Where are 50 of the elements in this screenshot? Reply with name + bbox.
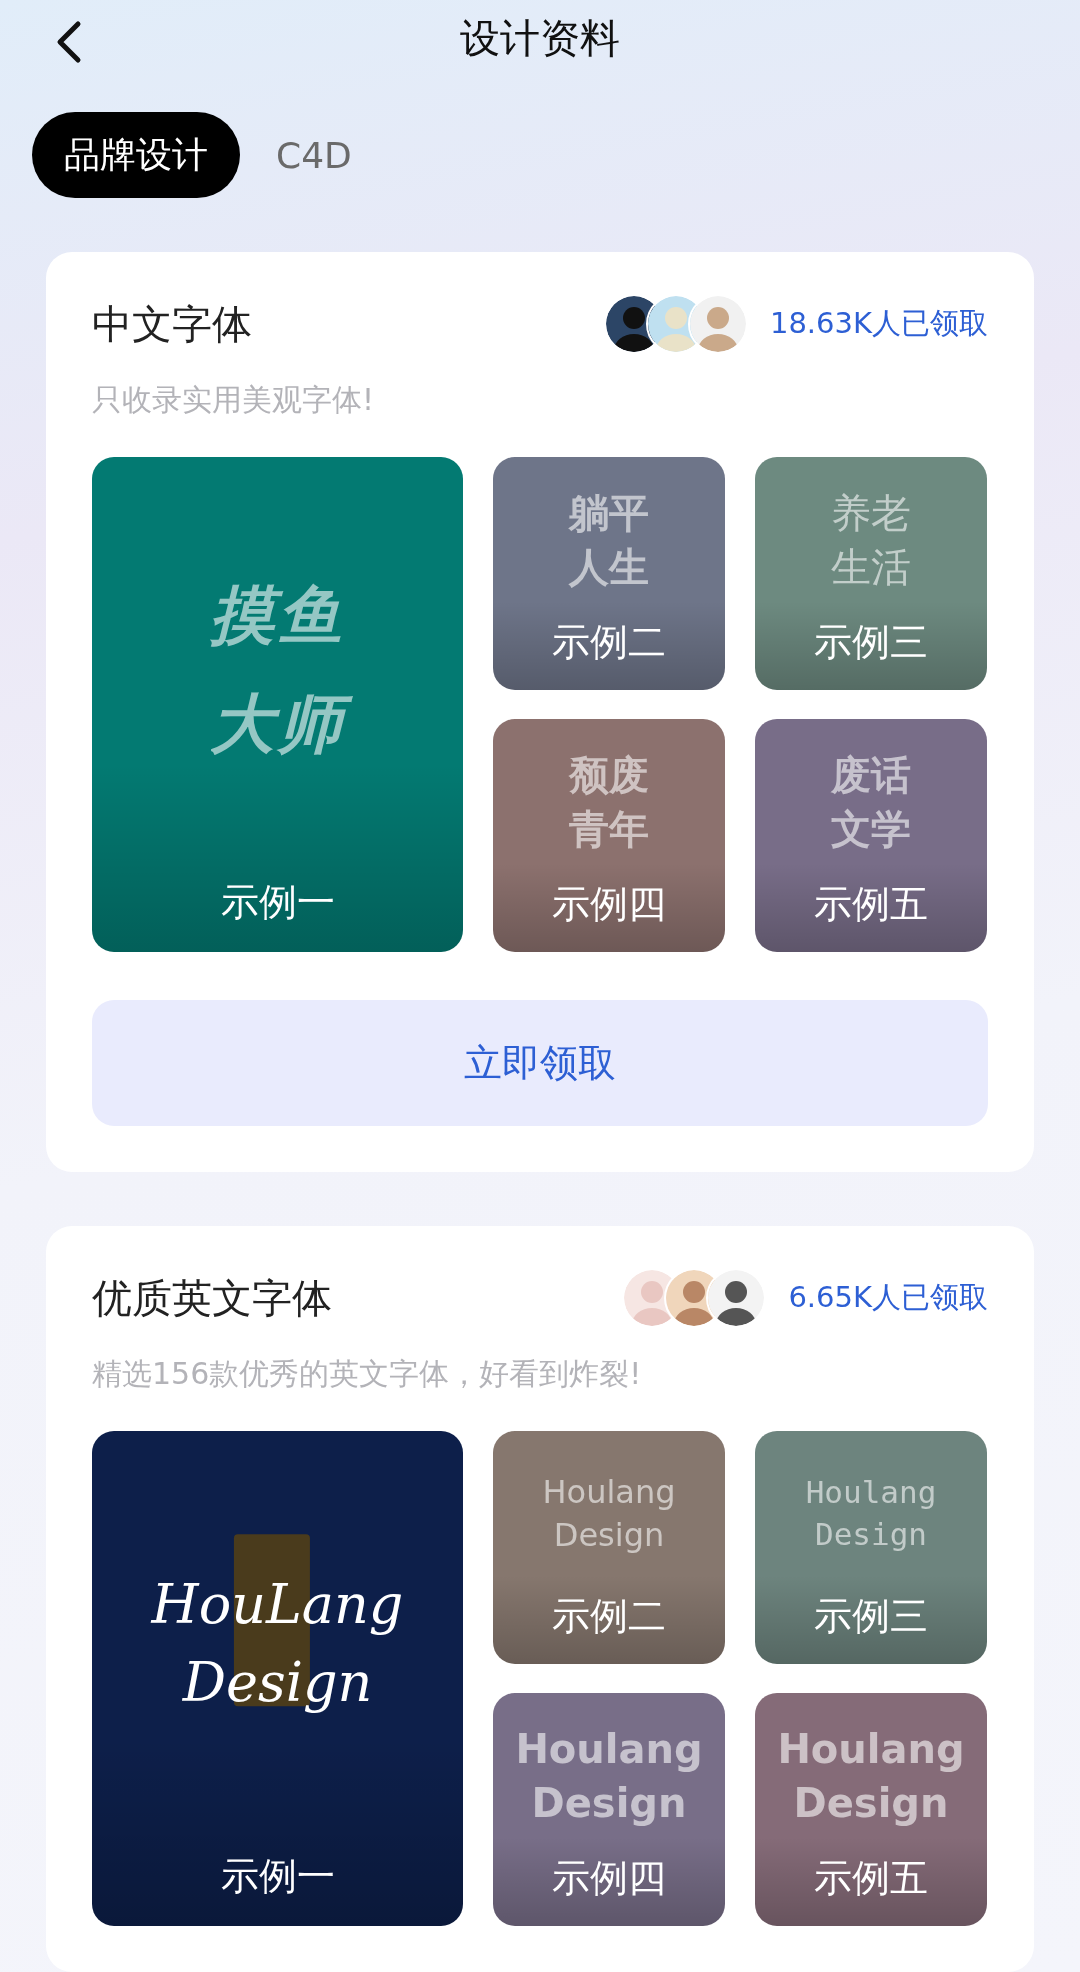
- font-sample-text: 文学: [830, 805, 912, 854]
- font-sample-text: 废话: [830, 751, 912, 800]
- font-sample-text: Design: [814, 1515, 928, 1554]
- font-sample-text: 躺平: [567, 489, 650, 538]
- tile-label: 示例四: [552, 881, 666, 928]
- font-sample-text: 颓废: [568, 751, 650, 800]
- font-sample-text: Design: [181, 1650, 374, 1716]
- tile-label: 示例五: [814, 1855, 928, 1902]
- font-sample-text: Houlang: [514, 1725, 704, 1774]
- tile-label: 示例二: [552, 619, 666, 666]
- card-subtitle: 精选156款优秀的英文字体，好看到炸裂!: [92, 1355, 643, 1393]
- font-sample-tile[interactable]: 摸鱼 大师 示例一: [92, 457, 463, 952]
- tile-label: 示例四: [552, 1855, 666, 1902]
- page-title: 设计资料: [460, 13, 620, 63]
- font-sample-text: Houlang: [804, 1473, 938, 1513]
- claim-button[interactable]: 立即领取: [92, 1000, 988, 1126]
- card-title: 优质英文字体: [92, 1273, 332, 1323]
- claimed-count: 6.65K人已领取: [788, 1279, 988, 1316]
- claimed-count: 18.63K人已领取: [769, 305, 988, 342]
- font-sample-tile[interactable]: Houlang Design 示例二: [493, 1431, 725, 1664]
- tile-label: 示例一: [220, 879, 335, 926]
- font-sample-tile[interactable]: Houlang Design 示例三: [755, 1431, 987, 1664]
- font-sample-tile[interactable]: 废话 文学 示例五: [755, 719, 987, 952]
- card-subtitle: 只收录实用美观字体!: [92, 381, 376, 419]
- font-sample-text: Houlang: [541, 1471, 677, 1513]
- font-sample-text: 摸鱼: [208, 577, 347, 655]
- font-sample-text: 人生: [567, 543, 650, 592]
- font-sample-text: Design: [530, 1779, 688, 1828]
- font-sample-text: Design: [792, 1779, 950, 1828]
- font-sample-text: Design: [552, 1515, 666, 1556]
- font-sample-tile[interactable]: Houlang Design 示例四: [493, 1693, 725, 1926]
- font-sample-tile[interactable]: 颓废 青年 示例四: [493, 719, 725, 952]
- font-sample-tile[interactable]: 养老 生活 示例三: [755, 457, 987, 690]
- tab[interactable]: 品牌设计: [32, 112, 240, 198]
- font-sample-tile[interactable]: HouLang Design 示例一: [92, 1431, 463, 1926]
- tile-label: 示例一: [220, 1853, 335, 1900]
- font-sample-tile[interactable]: 躺平 人生 示例二: [493, 457, 725, 690]
- tile-label: 示例三: [814, 619, 928, 666]
- tile-label: 示例五: [814, 881, 928, 928]
- tile-label: 示例二: [552, 1593, 666, 1640]
- tab[interactable]: C4D: [276, 112, 352, 198]
- tile-label: 示例三: [814, 1593, 928, 1640]
- card-title: 中文字体: [92, 299, 252, 349]
- font-sample-text: 大师: [201, 670, 354, 779]
- font-sample-text: Houlang: [776, 1725, 966, 1774]
- font-sample-text: 养老: [830, 489, 912, 538]
- font-sample-text: 生活: [830, 543, 912, 592]
- font-sample-text: 青年: [568, 805, 650, 854]
- font-sample-tile[interactable]: Houlang Design 示例五: [755, 1693, 987, 1926]
- font-sample-text: HouLang: [149, 1571, 405, 1638]
